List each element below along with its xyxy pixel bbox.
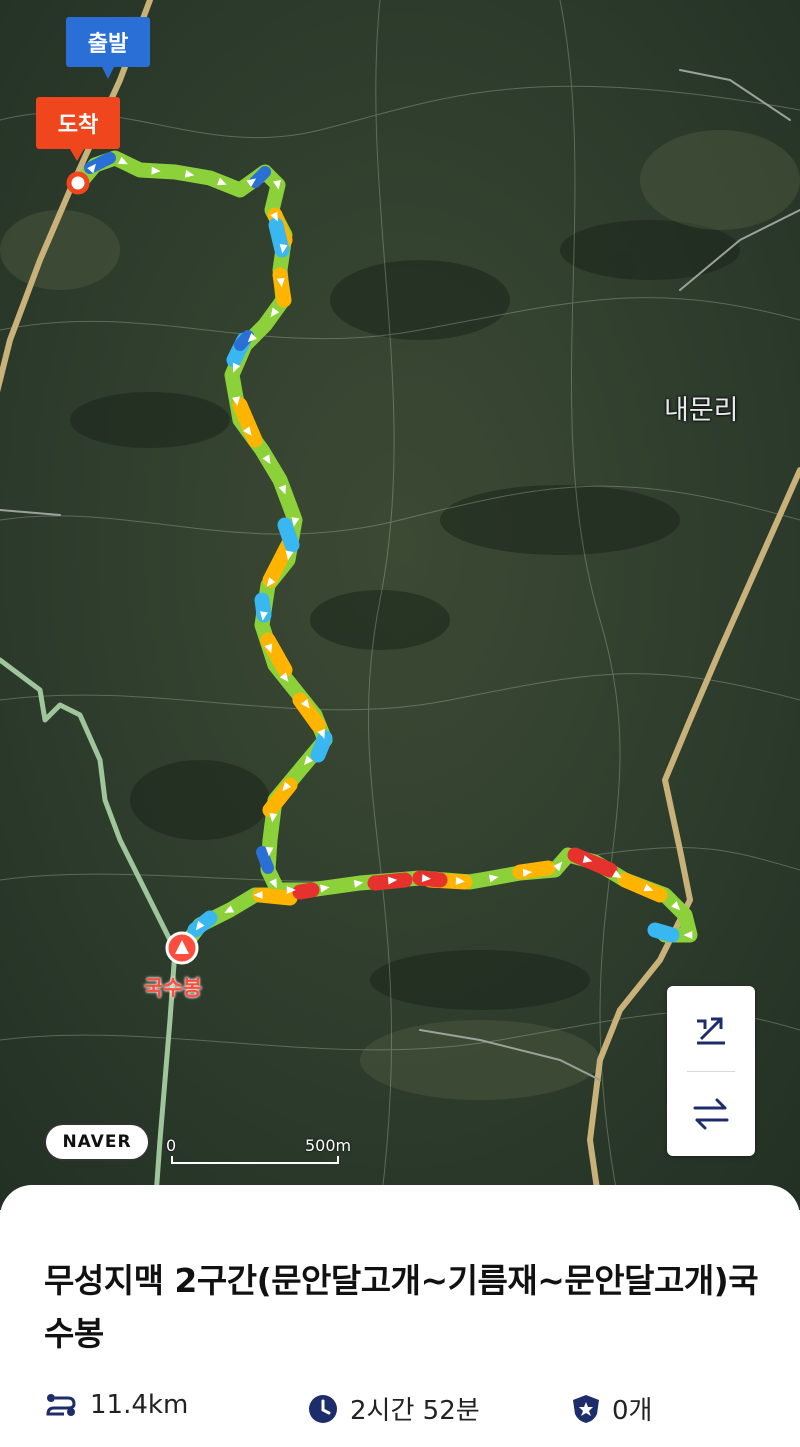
swap-arrows-icon bbox=[693, 1098, 729, 1129]
place-label: 내문리 bbox=[664, 395, 739, 426]
course-title: 무성지맥 2구간(문안달고개~기름재~문안달고개)국수봉 bbox=[44, 1261, 759, 1353]
duration-value: 2시간 52분 bbox=[350, 1396, 480, 1426]
peak-label: 국수봉 bbox=[144, 976, 202, 1000]
route-fit-button[interactable] bbox=[667, 986, 755, 1071]
map-controls bbox=[667, 986, 755, 1156]
duration-stat: 2시간 52분 bbox=[308, 1390, 480, 1427]
badge-value: 0개 bbox=[612, 1396, 653, 1426]
peak-marker[interactable] bbox=[165, 931, 199, 965]
badge-shield-icon bbox=[573, 1394, 599, 1423]
end-pin[interactable]: 도착 bbox=[36, 97, 120, 161]
controls-divider bbox=[687, 1071, 735, 1072]
naver-logo: NAVER bbox=[46, 1125, 148, 1159]
start-marker[interactable] bbox=[66, 171, 90, 195]
distance-value: 11.4km bbox=[90, 1390, 189, 1420]
reverse-route-button[interactable] bbox=[667, 1071, 755, 1156]
scale-distance-label: 500m bbox=[305, 1136, 352, 1155]
distance-stat: 11.4km bbox=[44, 1390, 188, 1420]
scale-zero-label: 0 bbox=[166, 1136, 177, 1155]
route-fit-icon bbox=[697, 1017, 725, 1044]
clock-icon bbox=[309, 1394, 337, 1423]
scale-bar bbox=[171, 1156, 339, 1164]
map-view[interactable]: 출발 도착 내문리 국수봉 NAVER 0 500m bbox=[0, 0, 800, 1210]
start-pin-label: 출발 bbox=[87, 32, 129, 57]
route-distance-icon bbox=[46, 1394, 76, 1416]
end-pin-label: 도착 bbox=[57, 113, 99, 138]
badge-stat: 0개 bbox=[572, 1390, 652, 1427]
start-pin[interactable]: 출발 bbox=[66, 17, 150, 79]
